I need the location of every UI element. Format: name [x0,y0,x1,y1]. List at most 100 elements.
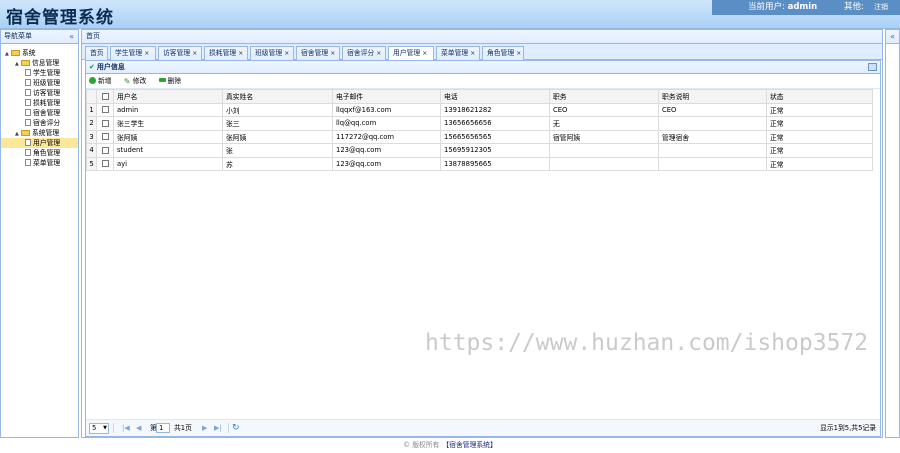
prev-page-icon[interactable]: ◀ [136,420,141,436]
column-header[interactable]: 电话 [440,89,550,104]
tab-label: 菜单管理 [441,49,469,57]
chevron-down-icon: ▼ [103,425,107,431]
file-icon [25,89,31,96]
column-header[interactable]: 状态 [766,89,873,104]
grid-title: 用户信息 [96,63,125,71]
close-icon[interactable]: × [238,50,243,57]
tab[interactable]: 班级管理 × [250,46,294,60]
collapse-panel-icon[interactable] [868,63,877,71]
row-checkbox-cell[interactable] [96,102,114,117]
close-icon[interactable]: × [330,50,335,57]
row-checkbox-cell[interactable] [96,143,114,158]
close-icon[interactable]: × [470,50,475,57]
tree-item-label: 宿舍管理 [33,109,61,117]
checkbox[interactable] [101,92,109,100]
table-row[interactable]: 5 ayi 苏 123@qq.com 13878895665 正常 [86,156,873,171]
checkbox[interactable] [101,133,109,141]
column-header[interactable]: 用户名 [113,89,223,104]
tree-item[interactable]: ▲ 信息管理 [1,58,78,68]
row-checkbox-cell[interactable] [96,116,114,131]
tab[interactable]: 损耗管理 × [204,46,248,60]
tree-item[interactable]: 菜单管理 [1,158,78,168]
column-header[interactable]: 职务 [549,89,659,104]
system-link[interactable]: 【宿舍管理系统】 [442,441,496,449]
file-icon [25,99,31,106]
double-left-chevron-icon[interactable]: « [886,30,899,44]
checkmark-icon: ✔ [89,63,95,71]
next-page-icon[interactable]: ▶ [202,420,207,436]
file-icon [25,149,31,156]
checkbox[interactable] [101,160,109,168]
column-header[interactable]: 电子邮件 [332,89,441,104]
file-icon [25,69,31,76]
double-left-chevron-icon[interactable]: « [69,30,74,43]
table-header-row: 用户名 真实姓名 电子邮件 电话 职务 职务说明 状态 [86,89,873,104]
checkbox[interactable] [101,119,109,127]
row-checkbox-cell[interactable] [96,129,114,144]
page-size-select[interactable]: 5 ▼ [89,423,109,434]
app-title: 宿舍管理系统 [6,8,114,28]
row-checkbox-cell[interactable] [96,156,114,171]
table-row[interactable]: 1 admin 小刘 llqqxf@163.com 13918621282 CEO CEO 正… [86,102,873,117]
current-user-label: 当前用户: [748,2,785,12]
table-cell: 小刘 [222,102,333,117]
tab[interactable]: 首页 [85,46,108,60]
tab[interactable]: 访客管理 × [158,46,202,60]
tab[interactable]: 角色管理 × [482,46,524,60]
tab[interactable]: 用户管理 × [388,46,434,61]
tree-item[interactable]: ▲ 系统 [1,48,78,58]
table-cell: admin [113,102,223,117]
tree-item[interactable]: 访客管理 [1,88,78,98]
tree-item-label: 访客管理 [33,89,61,97]
close-icon[interactable]: × [192,50,197,57]
edit-button[interactable]: ✎ 修改 [124,74,147,88]
close-icon[interactable]: × [144,50,149,57]
close-icon[interactable]: × [516,50,521,57]
tree-item[interactable]: 宿舍管理 [1,108,78,118]
page-number-input[interactable]: 1 [156,423,170,433]
close-icon[interactable]: × [376,50,381,57]
table-cell: student [113,143,223,158]
tree-item[interactable]: 学生管理 [1,68,78,78]
tab-label: 首页 [90,49,104,57]
delete-button[interactable]: 删除 [158,74,181,88]
tree-item[interactable]: 宿舍评分 [1,118,78,128]
table-cell: 苏 [222,156,333,171]
tab[interactable]: 宿舍评分 × [342,46,386,60]
first-page-icon[interactable]: |◀ [122,420,130,436]
table-cell: 张三 [222,116,333,131]
add-button[interactable]: 新增 [89,74,112,88]
nav-panel-header: 导航菜单 « [1,30,78,44]
table-cell: 123@qq.com [332,143,441,158]
last-page-icon[interactable]: ▶| [214,420,222,436]
tab[interactable]: 菜单管理 × [436,46,480,60]
logout-link[interactable]: 注销 [874,0,888,15]
checkbox[interactable] [101,106,109,114]
column-header[interactable]: 职务说明 [658,89,767,104]
tab[interactable]: 宿舍管理 × [296,46,340,60]
tree-item[interactable]: 班级管理 [1,78,78,88]
nav-panel: 导航菜单 « ▲ 系统 ▲ 信息管理 学生管理 班级管理 访客管理 损耗管理 宿舍管理 宿舍评分 ▲… [0,29,79,438]
table-cell [658,116,767,131]
refresh-icon[interactable]: ↻ [232,420,240,436]
checkbox[interactable] [101,146,109,154]
close-icon[interactable]: × [284,50,289,57]
table-row[interactable]: 3 张阿姨 张阿姨 117272@qq.com 15665656565 宿管阿姨 管理宿舍正… [86,129,873,144]
folder-icon [21,130,30,136]
table-cell: 正常 [766,116,873,131]
table-cell: 张阿姨 [113,129,223,144]
tree-item[interactable]: 角色管理 [1,148,78,158]
tree-item[interactable]: 用户管理 [1,138,78,148]
tree-item[interactable]: 损耗管理 [1,98,78,108]
table-row[interactable]: 4 student 张 123@qq.com 15695912305 正常 [86,143,873,158]
add-label: 新增 [98,77,112,85]
column-header[interactable]: 真实姓名 [222,89,333,104]
tab[interactable]: 学生管理 × [110,46,156,60]
table-row[interactable]: 2 张三学生 张三 llq@qq.com 13656656656 无 正常 [86,116,873,131]
tree-item-label: 菜单管理 [33,159,61,167]
tree-item-label: 信息管理 [32,59,60,67]
table-cell [549,143,659,158]
tree-item[interactable]: ▲ 系统管理 [1,128,78,138]
select-all-checkbox[interactable] [96,89,114,104]
close-icon[interactable]: × [422,50,427,57]
